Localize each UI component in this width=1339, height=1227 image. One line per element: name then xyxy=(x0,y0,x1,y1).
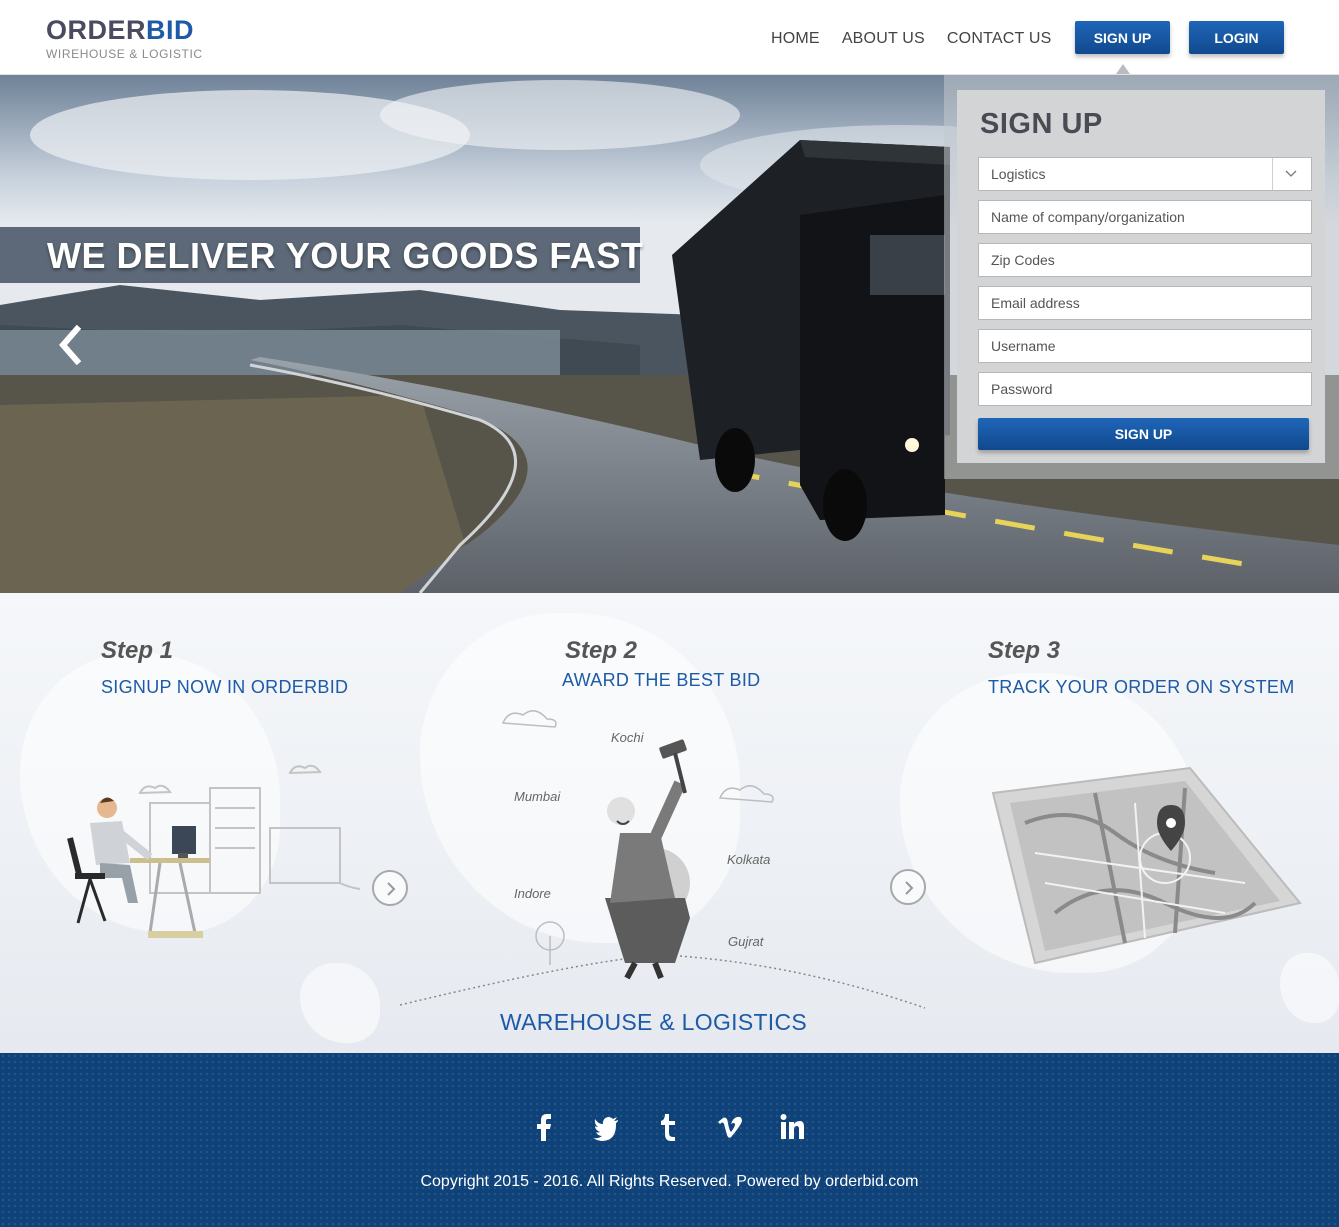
hero-slogan: WE DELIVER YOUR GOODS FAST xyxy=(47,235,644,276)
nav-contact-us[interactable]: CONTACT US xyxy=(947,30,1052,48)
main-nav: HOME ABOUT US CONTACT US xyxy=(771,30,1051,48)
footer: Copyright 2015 - 2016. All Rights Reserv… xyxy=(0,1053,1339,1227)
step-1-title: SIGNUP NOW IN ORDERBID xyxy=(101,677,349,697)
header: ORDERBID WIREHOUSE & LOGISTIC HOME ABOUT… xyxy=(0,0,1339,75)
facebook-icon[interactable] xyxy=(530,1111,558,1143)
step-2-next-icon[interactable] xyxy=(890,869,926,905)
logo-tagline: WIREHOUSE & LOGISTIC xyxy=(46,47,203,61)
city-label-mumbai: Mumbai xyxy=(514,789,561,804)
nav-about-us[interactable]: ABOUT US xyxy=(842,30,925,48)
twitter-icon[interactable] xyxy=(592,1111,620,1143)
username-input[interactable] xyxy=(978,329,1312,363)
nav-home[interactable]: HOME xyxy=(771,30,820,48)
header-signup-button[interactable]: SIGN UP xyxy=(1075,21,1170,54)
zip-codes-input[interactable] xyxy=(978,243,1312,277)
step-2-number: Step 2 xyxy=(565,637,638,664)
email-input[interactable] xyxy=(978,286,1312,320)
signup-submit-button[interactable]: SIGN UP xyxy=(978,418,1309,450)
signup-form: SIGN UP Logistics SIGN UP xyxy=(957,90,1325,463)
step-1-number: Step 1 xyxy=(101,637,174,664)
person-at-computer-illustration xyxy=(67,764,360,938)
linkedin-icon[interactable] xyxy=(778,1111,806,1143)
decor-blob xyxy=(300,963,380,1043)
password-input[interactable] xyxy=(978,372,1312,406)
logo[interactable]: ORDERBID WIREHOUSE & LOGISTIC xyxy=(46,15,203,62)
logo-wordmark: ORDERBID xyxy=(46,15,195,45)
map-pin-illustration xyxy=(991,766,1302,965)
tumblr-icon[interactable] xyxy=(654,1111,682,1143)
auctioneer-illustration xyxy=(399,710,926,1009)
signup-form-title: SIGN UP xyxy=(980,108,1103,140)
step-2-title: AWARD THE BEST BID xyxy=(562,670,761,690)
company-name-input[interactable] xyxy=(978,200,1312,234)
copyright-text: Copyright 2015 - 2016. All Rights Reserv… xyxy=(420,1173,919,1190)
signup-popover-caret xyxy=(1116,64,1130,74)
vimeo-icon[interactable] xyxy=(716,1111,744,1143)
category-selected-value: Logistics xyxy=(991,166,1046,182)
city-label-kochi: Kochi xyxy=(611,730,644,745)
social-links xyxy=(530,1111,806,1143)
chevron-down-icon xyxy=(1285,170,1297,177)
category-select[interactable]: Logistics xyxy=(978,157,1312,191)
city-label-gujrat: Gujrat xyxy=(728,934,764,949)
section-footer-title: WAREHOUSE & LOGISTICS xyxy=(500,1009,808,1035)
header-login-button[interactable]: LOGIN xyxy=(1189,21,1284,54)
steps-section: Step 1 SIGNUP NOW IN ORDERBID Step 2 AWA… xyxy=(0,593,1339,1053)
city-label-indore: Indore xyxy=(514,886,551,901)
step-3-title: TRACK YOUR ORDER ON SYSTEM xyxy=(988,677,1295,697)
step-3-number: Step 3 xyxy=(988,637,1061,664)
select-divider xyxy=(1272,158,1273,190)
city-label-kolkata: Kolkata xyxy=(727,852,771,867)
